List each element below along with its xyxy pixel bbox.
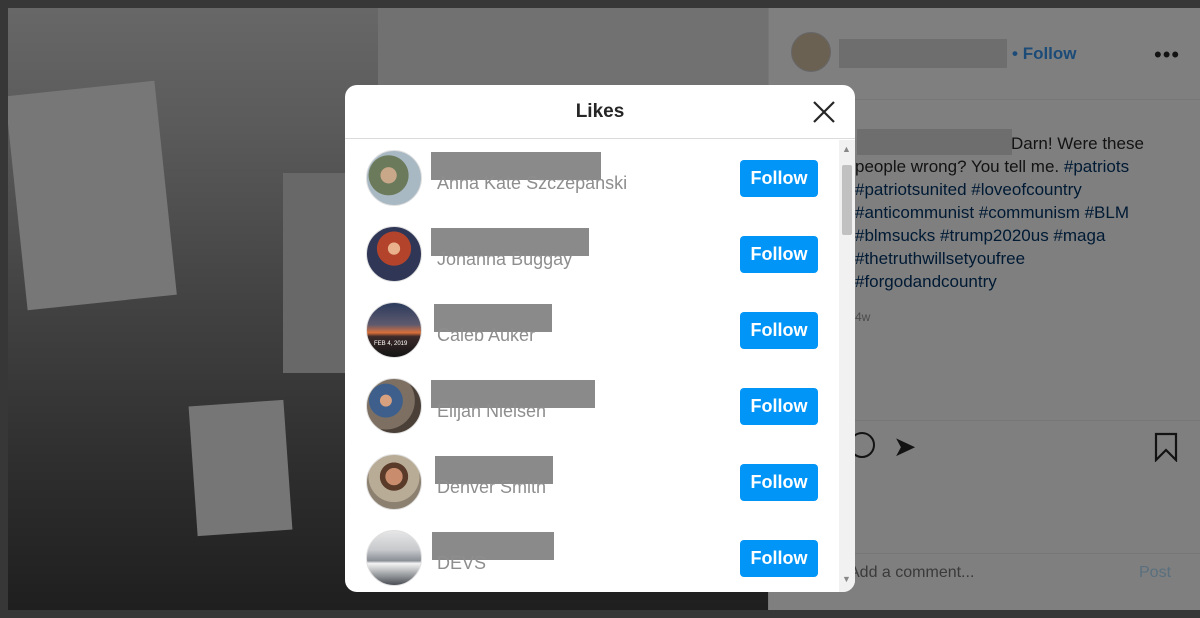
user-full-name: Elijah Nielsen [437,401,547,421]
user-full-name: Johanna Buggay [437,249,573,269]
close-icon[interactable] [811,99,837,125]
user-full-name: DEVS [437,553,487,573]
likes-modal: Likes Anna Kate Szczepanski Follow Johan… [345,85,855,592]
modal-title: Likes [575,101,625,122]
user-avatar[interactable]: FEB 4, 2019 [366,302,422,358]
scroll-down-icon[interactable]: ▼ [842,574,851,584]
follow-button[interactable]: Follow [740,236,818,273]
user-full-name: Denver Smith [437,477,547,497]
user-full-name: Caleb Auker [437,325,536,345]
modal-header: Likes [345,85,855,139]
likes-list[interactable]: Anna Kate Szczepanski Follow Johanna Bug… [345,140,839,592]
follow-button[interactable]: Follow [740,464,818,501]
likes-scrollbar[interactable]: ▲ ▼ [839,140,855,592]
follow-button[interactable]: Follow [740,312,818,349]
list-item: Johanna Buggay Follow [345,216,839,292]
follow-button[interactable]: Follow [740,388,818,425]
list-item: Elijah Nielsen Follow [345,368,839,444]
scroll-up-icon[interactable]: ▲ [842,144,851,154]
avatar-caption: FEB 4, 2019 [374,341,408,347]
list-item: FEB 4, 2019 Caleb Auker Follow [345,292,839,368]
user-full-name: Anna Kate Szczepanski [437,173,628,193]
user-avatar[interactable] [366,150,422,206]
user-avatar[interactable] [366,378,422,434]
user-avatar[interactable] [366,454,422,510]
list-item: Denver Smith Follow [345,444,839,520]
list-item: DEVS Follow [345,520,839,592]
user-avatar[interactable] [366,530,422,586]
scrollbar-thumb[interactable] [842,165,852,235]
user-avatar[interactable] [366,226,422,282]
follow-button[interactable]: Follow [740,160,818,197]
list-item: Anna Kate Szczepanski Follow [345,140,839,216]
follow-button[interactable]: Follow [740,540,818,577]
